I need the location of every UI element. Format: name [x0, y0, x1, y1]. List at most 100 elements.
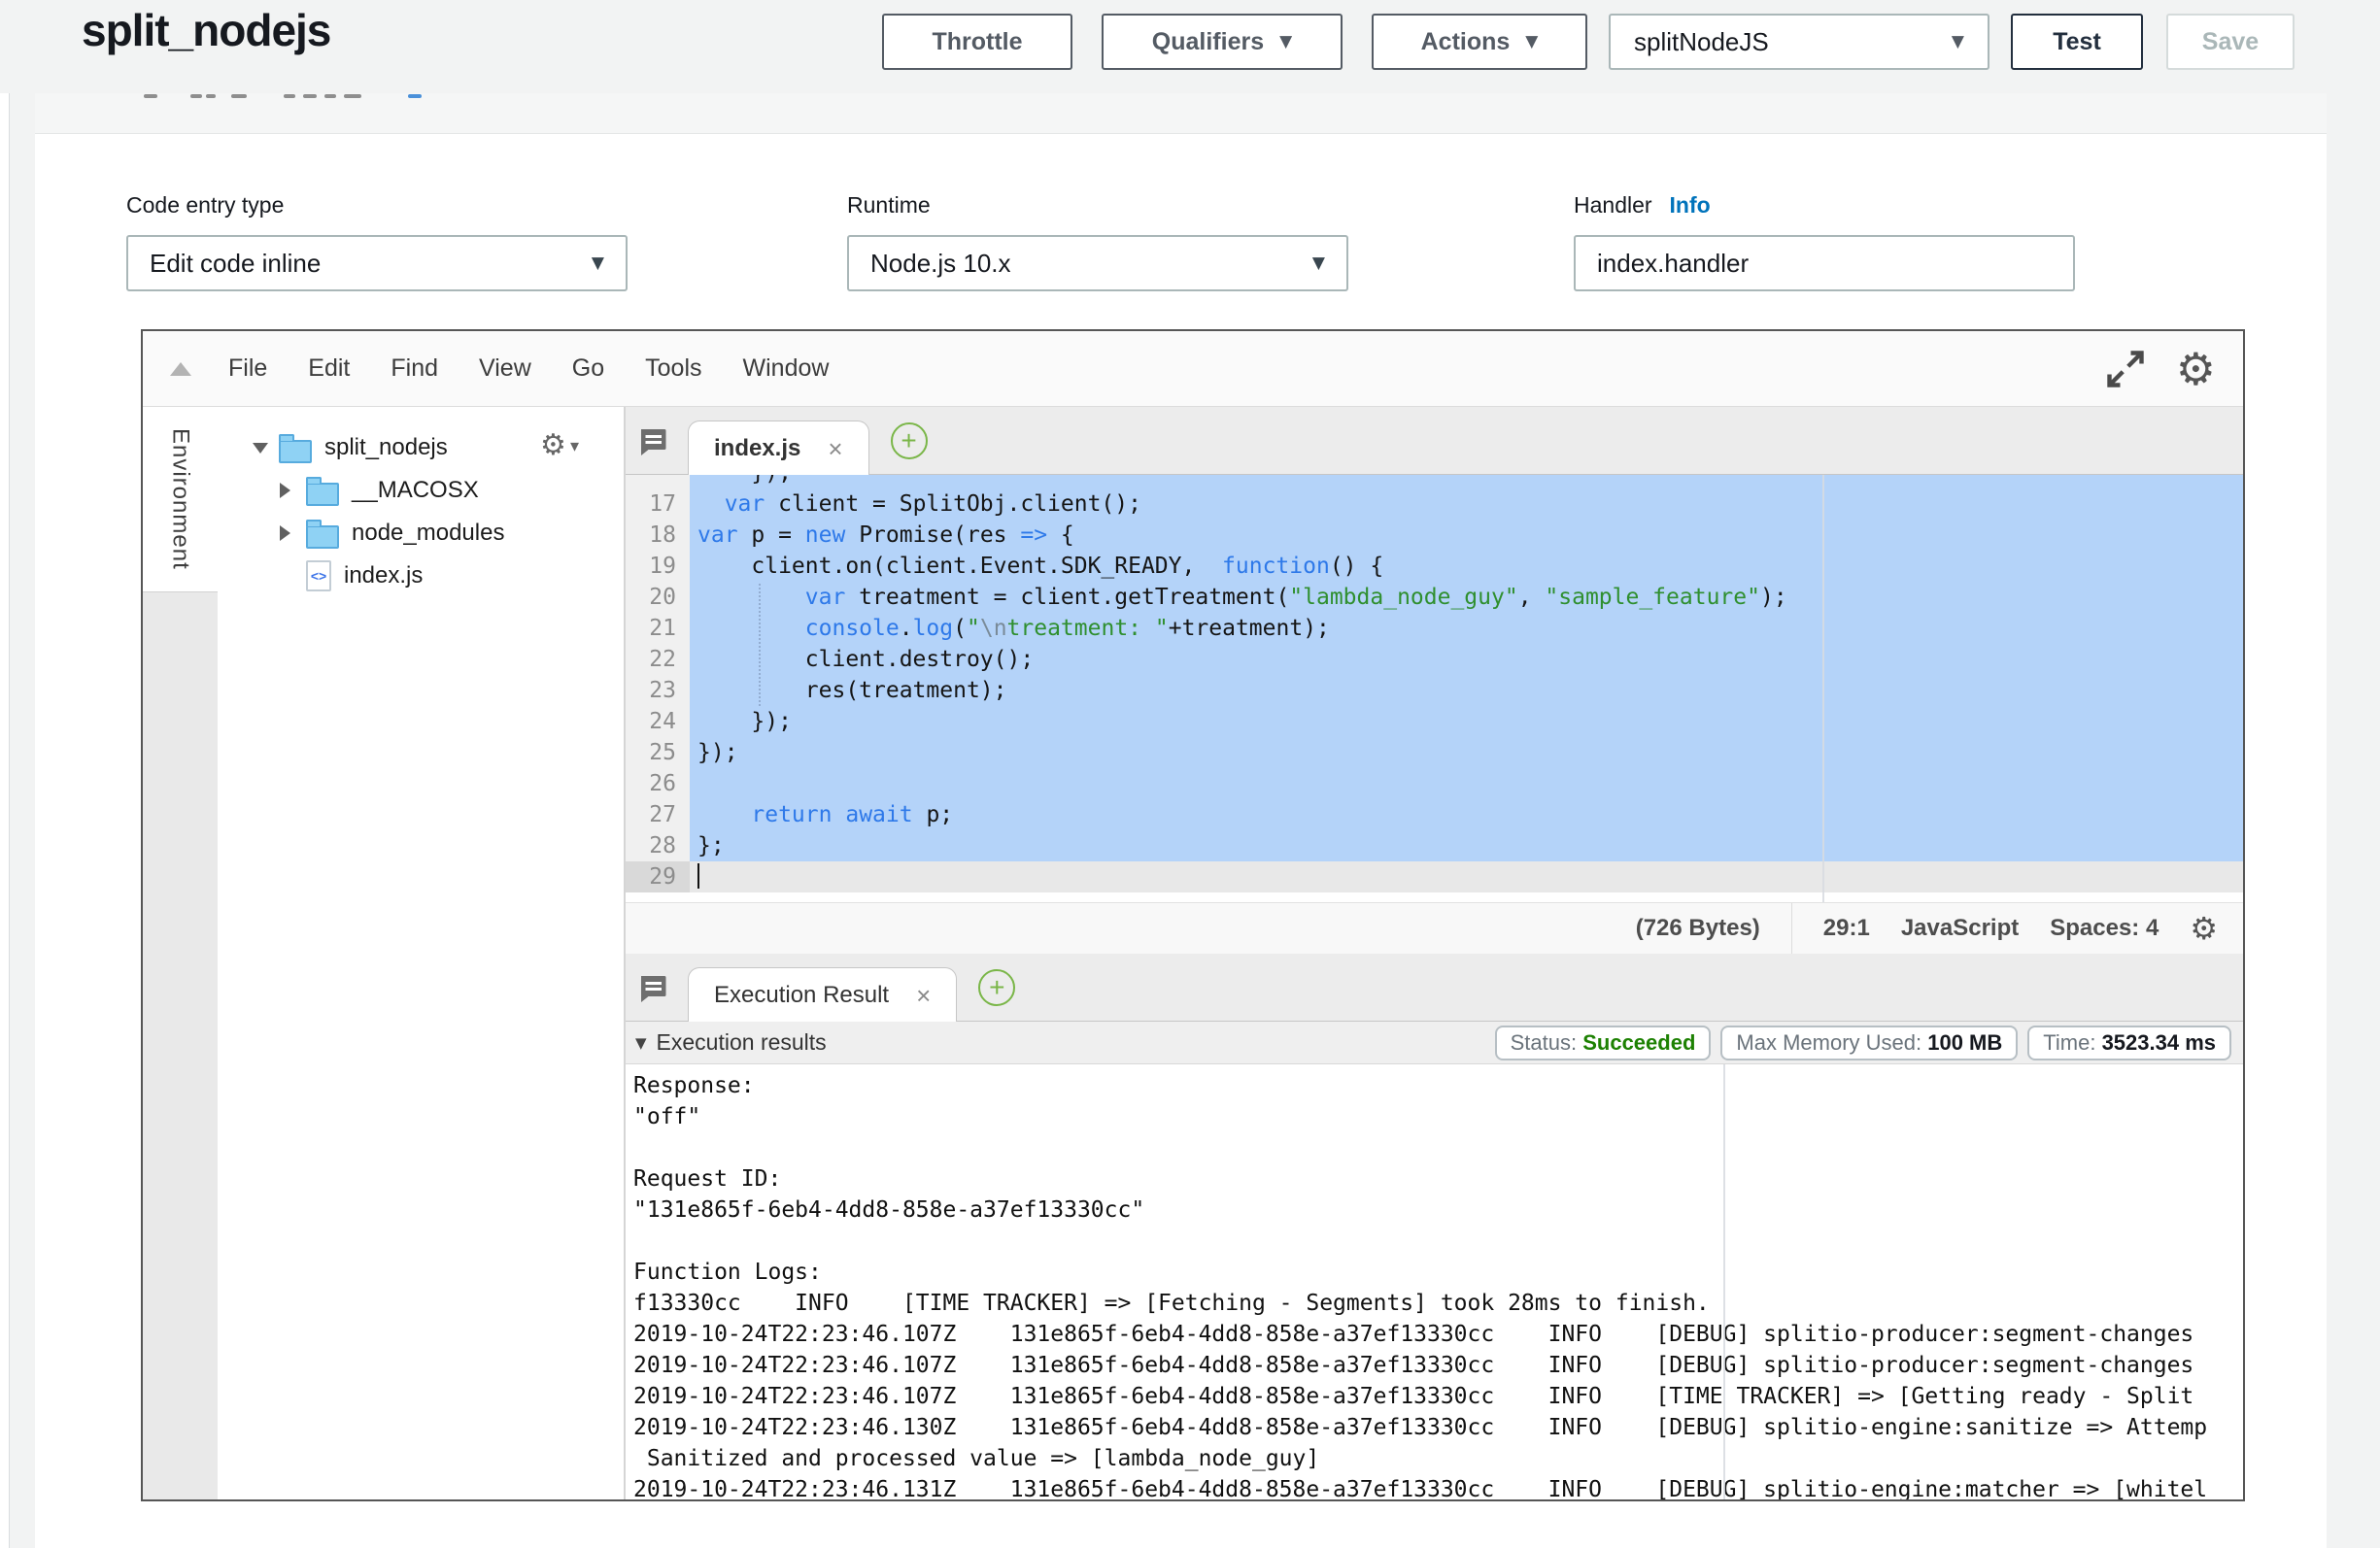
menu-item-edit[interactable]: Edit: [308, 354, 350, 383]
editor-statusbar: (726 Bytes) 29:1 JavaScript Spaces: 4 ⚙: [626, 902, 2243, 954]
save-button[interactable]: Save: [2166, 14, 2295, 70]
badge-value: 100 MB: [1927, 1030, 2002, 1055]
menu-item-find[interactable]: Find: [391, 354, 438, 383]
chevron-down-icon: ▼: [592, 253, 604, 273]
log-line: "off": [633, 1101, 2243, 1132]
code-line-24: 24 });: [626, 706, 2243, 737]
menu-item-tools[interactable]: Tools: [645, 354, 701, 383]
line-number: 18: [626, 520, 690, 551]
code-line-content[interactable]: var treatment = client.getTreatment("lam…: [690, 582, 2243, 613]
tree-caret-icon[interactable]: [280, 483, 293, 498]
fullscreen-icon[interactable]: [2104, 348, 2147, 390]
log-line: 2019-10-24T22:23:46.130Z 131e865f-6eb4-4…: [633, 1412, 2243, 1443]
tree-settings-control[interactable]: ⚙▾: [540, 431, 579, 460]
log-line: 2019-10-24T22:23:46.107Z 131e865f-6eb4-4…: [633, 1319, 2243, 1350]
code-line-content[interactable]: });: [690, 706, 2243, 737]
tab-list-icon[interactable]: [635, 423, 670, 458]
header-cutoff-fragment: [190, 94, 202, 98]
tab-list-icon[interactable]: [635, 970, 670, 1005]
handler-input[interactable]: [1574, 235, 2075, 291]
folder-icon: [306, 483, 339, 506]
environment-strip: Environment: [143, 407, 218, 1499]
log-line: "131e865f-6eb4-4dd8-858e-a37ef13330cc": [633, 1195, 2243, 1226]
status-spaces[interactable]: Spaces: 4: [2050, 915, 2159, 942]
line-number: 21: [626, 613, 690, 644]
runtime-select[interactable]: Node.js 10.x ▼: [847, 235, 1348, 291]
tree-caret-icon[interactable]: [280, 525, 293, 541]
close-icon[interactable]: ×: [916, 983, 931, 1008]
code-editor[interactable]: });17 var client = SplitObj.client();18v…: [626, 475, 2243, 902]
handler-label-text: Handler: [1574, 192, 1652, 218]
environment-tab-label: Environment: [167, 428, 194, 570]
code-line-content[interactable]: [690, 768, 2243, 799]
line-number: 22: [626, 644, 690, 675]
line-number: 17: [626, 488, 690, 520]
code-line-content[interactable]: });: [690, 475, 2243, 488]
tree-caret-icon[interactable]: [253, 443, 266, 454]
actions-label: Actions: [1421, 28, 1511, 56]
line-number: 25: [626, 737, 690, 768]
execution-results-toggle[interactable]: ▼ Execution results: [635, 1029, 827, 1056]
code-line-18: 18var p = new Promise(res => {: [626, 520, 2243, 551]
menu-item-go[interactable]: Go: [572, 354, 604, 383]
header-cutoff-fragment: [231, 94, 247, 98]
gear-icon[interactable]: ⚙: [2176, 347, 2216, 391]
code-entry-type-value: Edit code inline: [150, 249, 321, 279]
code-line-content[interactable]: client.destroy();: [690, 644, 2243, 675]
qualifiers-button[interactable]: Qualifiers ▼: [1102, 14, 1343, 70]
chevron-down-icon: ▼: [1952, 32, 1964, 51]
ide-frame: File Edit Find View Go Tools Window ⚙ Environm…: [141, 329, 2245, 1501]
window-icons: ⚙: [2104, 347, 2216, 391]
throttle-button[interactable]: Throttle: [882, 14, 1072, 70]
editor-settings-gear-icon[interactable]: ⚙: [2190, 913, 2218, 944]
function-code-panel: Code entry type Runtime HandlerInfo Edit…: [35, 93, 2327, 1548]
code-line-20: 20 var treatment = client.getTreatment("…: [626, 582, 2243, 613]
line-number: 26: [626, 768, 690, 799]
code-rows: });17 var client = SplitObj.client();18v…: [626, 475, 2243, 892]
tab-execution-result[interactable]: Execution Result ×: [688, 967, 957, 1022]
header-cutoff-fragment: [206, 94, 216, 98]
tree-item-node_modules[interactable]: node_modules: [218, 512, 624, 555]
menu-item-view[interactable]: View: [479, 354, 531, 383]
status-language[interactable]: JavaScript: [1901, 915, 2019, 942]
code-line-content[interactable]: };: [690, 830, 2243, 861]
test-event-select[interactable]: splitNodeJS ▼: [1609, 14, 1989, 70]
handler-info-link[interactable]: Info: [1670, 192, 1711, 218]
editor-tabbar: index.js × +: [626, 407, 2243, 475]
execution-results-title: Execution results: [657, 1029, 827, 1056]
new-tab-icon[interactable]: +: [978, 969, 1015, 1006]
code-line-content[interactable]: client.on(client.Event.SDK_READY, functi…: [690, 551, 2243, 582]
badge-value: 3523.34 ms: [2102, 1030, 2216, 1055]
folder-icon: [279, 440, 312, 463]
status-badge: Time: 3523.34 ms: [2027, 1026, 2231, 1060]
test-button[interactable]: Test: [2011, 14, 2143, 70]
badge-label: Status:: [1511, 1030, 1583, 1055]
new-tab-icon[interactable]: +: [891, 422, 928, 459]
code-line-content[interactable]: return await p;: [690, 799, 2243, 830]
log-line: Response:: [633, 1070, 2243, 1101]
code-line-content[interactable]: var p = new Promise(res => {: [690, 520, 2243, 551]
tree-item-label: split_nodejs: [324, 434, 448, 461]
code-line-content[interactable]: });: [690, 737, 2243, 768]
tree-item-__MACOSX[interactable]: __MACOSX: [218, 469, 624, 512]
tab-environment[interactable]: Environment: [143, 407, 218, 592]
code-line-content[interactable]: res(treatment);: [690, 675, 2243, 706]
code-line-content[interactable]: [690, 861, 2243, 892]
status-bytes: (726 Bytes): [1636, 915, 1760, 942]
code-line-content[interactable]: console.log("\ntreatment: "+treatment);: [690, 613, 2243, 644]
ide-body: Environment split_nodejs ⚙▾ __MACOSXnode_m…: [143, 407, 2243, 1499]
collapse-editor-icon[interactable]: [170, 362, 191, 376]
tab-index-js[interactable]: index.js ×: [688, 421, 869, 475]
close-icon[interactable]: ×: [828, 436, 842, 461]
code-line-content[interactable]: var client = SplitObj.client();: [690, 488, 2243, 520]
menu-item-window[interactable]: Window: [743, 354, 830, 383]
badge-value: Succeeded: [1582, 1030, 1695, 1055]
code-line-23: 23 res(treatment);: [626, 675, 2243, 706]
tree-item-index.js[interactable]: <>index.js: [218, 555, 624, 597]
actions-button[interactable]: Actions ▼: [1372, 14, 1587, 70]
menu-item-file[interactable]: File: [228, 354, 267, 383]
code-entry-type-select[interactable]: Edit code inline ▼: [126, 235, 628, 291]
line-number: 28: [626, 830, 690, 861]
tab-index-js-label: index.js: [714, 435, 800, 462]
tree-item-split_nodejs[interactable]: split_nodejs ⚙▾: [218, 426, 624, 469]
